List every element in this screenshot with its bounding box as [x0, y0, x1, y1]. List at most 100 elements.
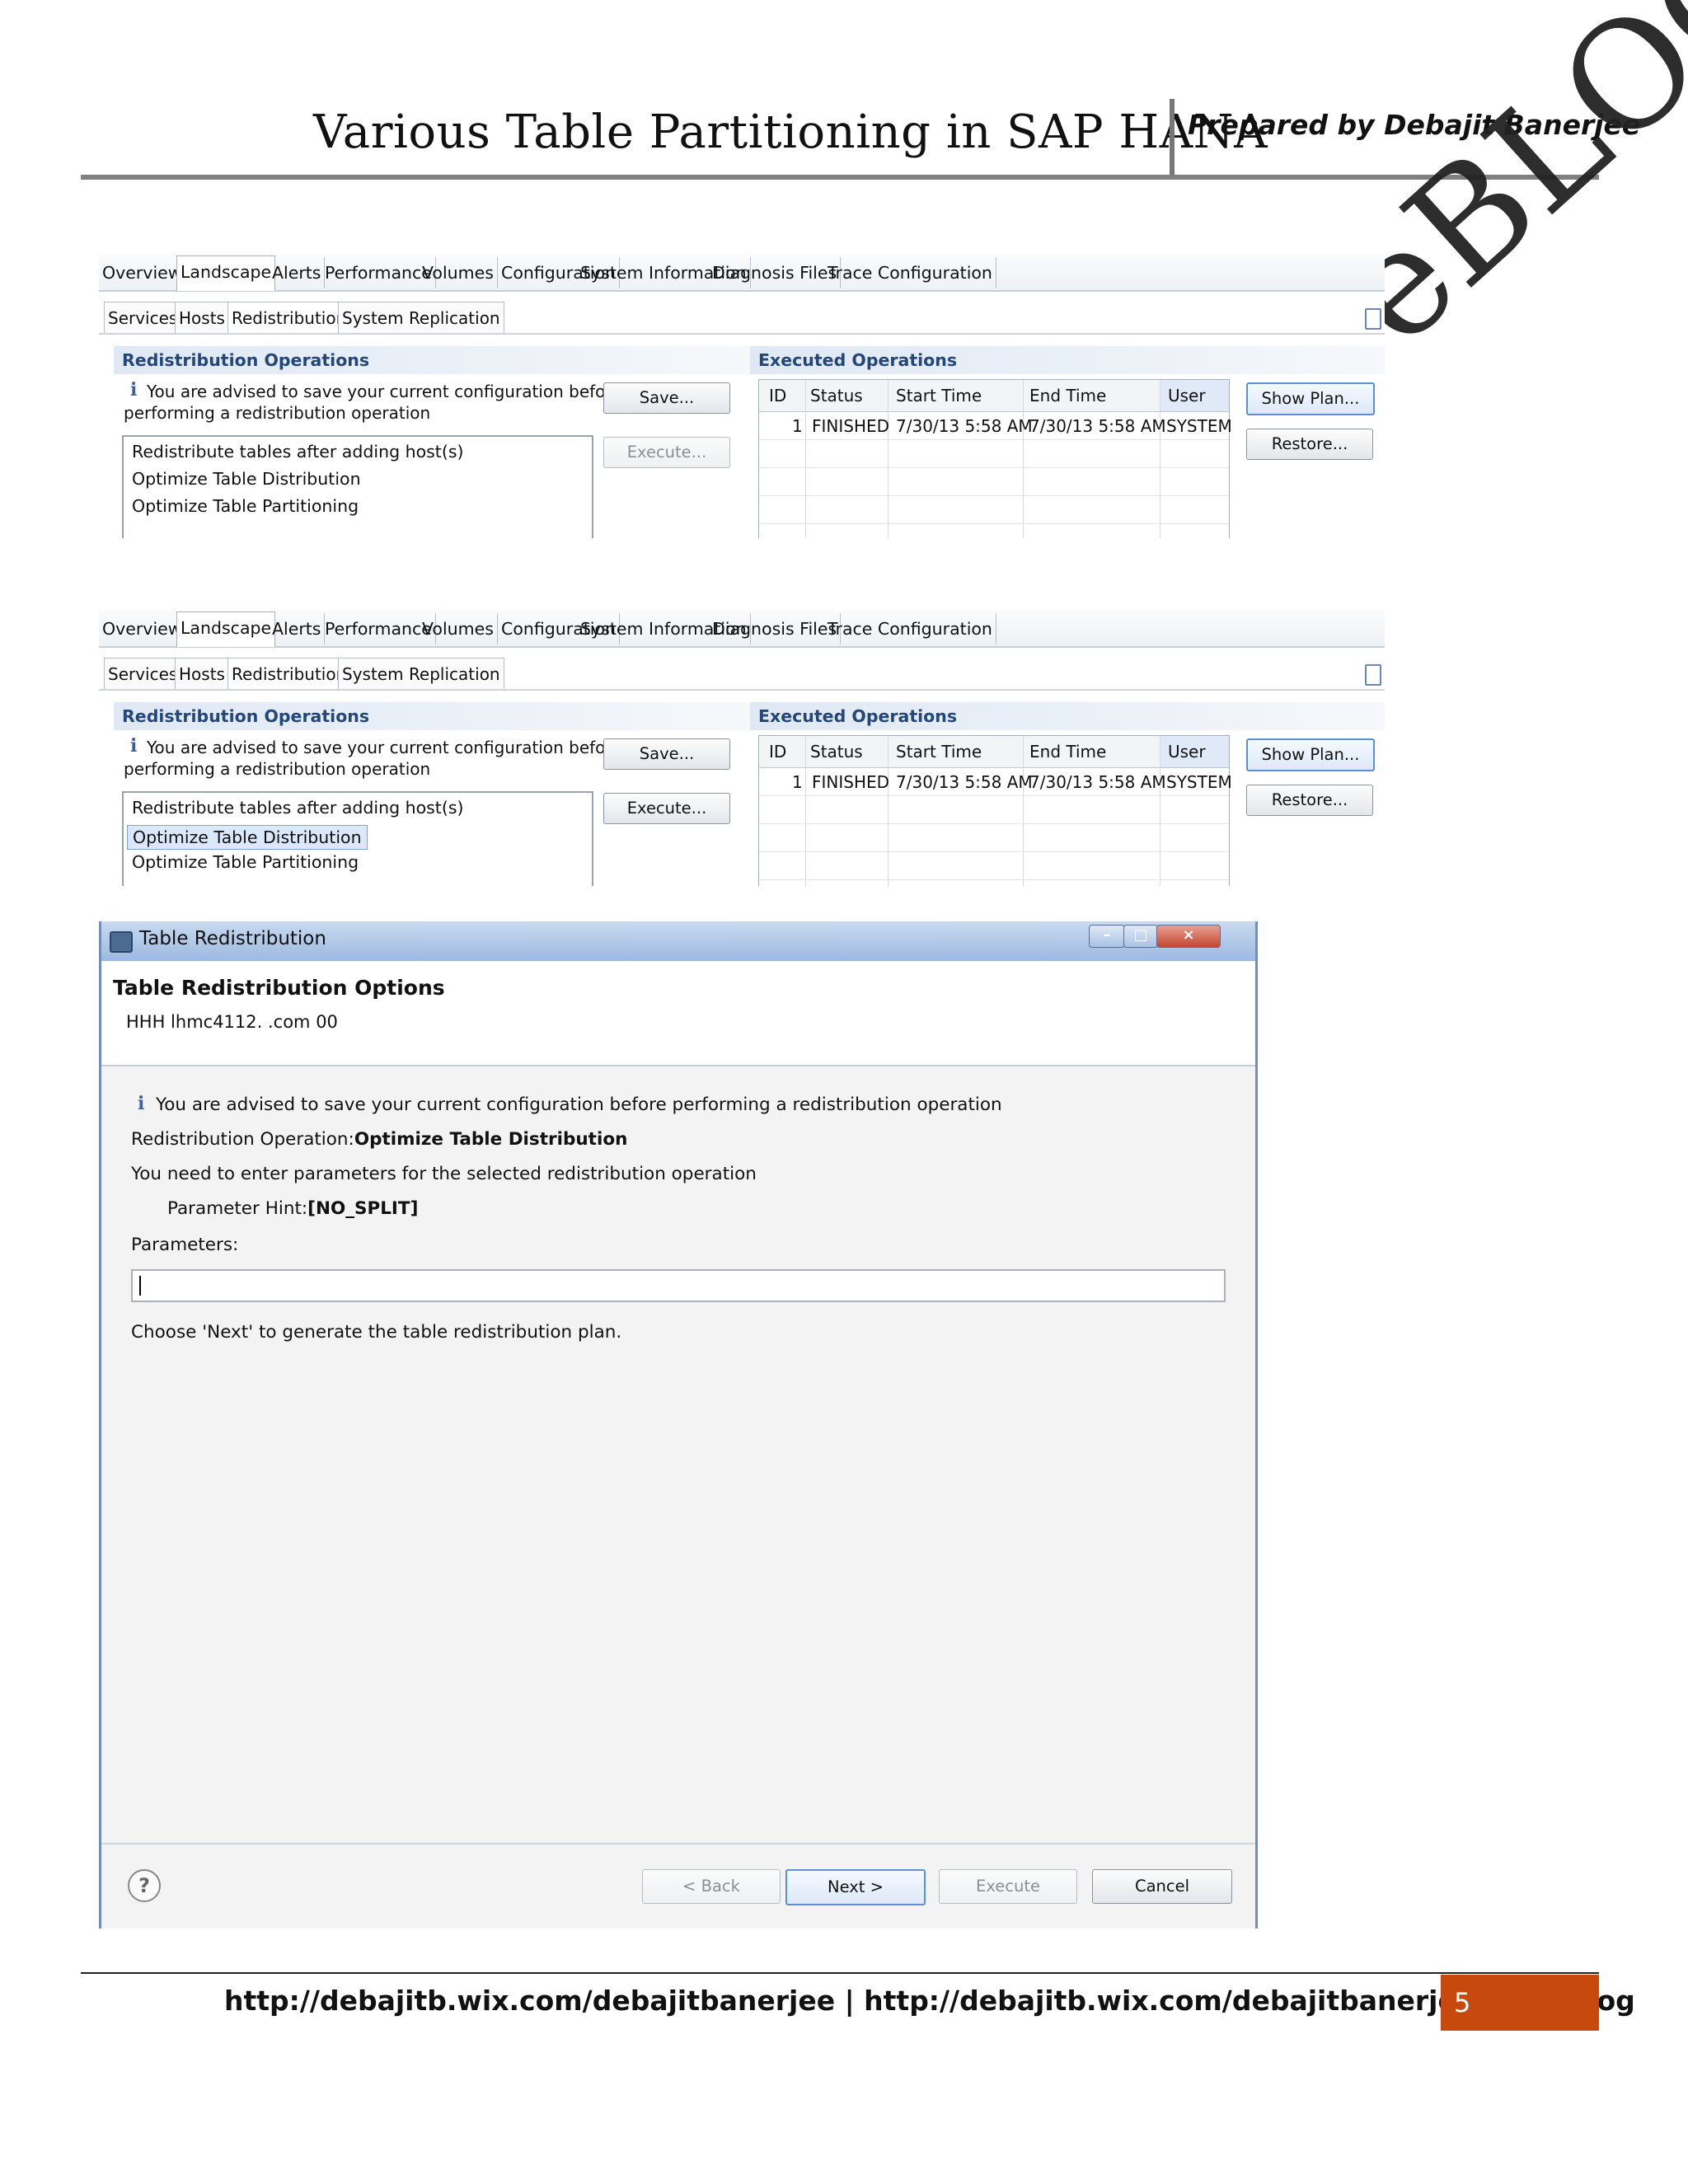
operations-list[interactable]: Redistribute tables after adding host(s)… — [122, 791, 593, 886]
hint-value: [NO_SPLIT] — [307, 1198, 419, 1219]
page-number: 5 — [1441, 1975, 1599, 2031]
document-title: Various Table Partitioning in SAP HANA — [313, 105, 1268, 159]
hint-label: Parameter Hint: — [167, 1198, 308, 1219]
subtab-system-replication[interactable]: System Replication — [338, 302, 504, 335]
tab-landscape[interactable]: Landscape — [176, 612, 276, 647]
advice-line-2: performing a redistribution operation — [124, 403, 431, 423]
subtab-hosts[interactable]: Hosts — [175, 302, 229, 335]
minimize-icon[interactable]: – — [1089, 925, 1125, 948]
dialog-banner: Table Redistribution Options HHH lhmc411… — [101, 961, 1255, 1066]
tab-landscape[interactable]: Landscape — [176, 255, 276, 291]
main-tab-bar: Overview Landscape Alerts Performance Volume… — [99, 254, 1385, 292]
subtab-services[interactable]: Services — [104, 658, 182, 691]
view-menu-icon[interactable] — [1365, 664, 1381, 686]
maximize-icon[interactable]: □ — [1123, 925, 1158, 948]
executed-operations-header: Executed Operations — [750, 702, 1385, 730]
help-icon[interactable]: ? — [128, 1869, 161, 1902]
header-rule — [81, 175, 1599, 180]
tab-trace-configuration[interactable]: Trace Configuration — [824, 257, 996, 288]
tab-overview[interactable]: Overview — [99, 257, 186, 288]
hint-row: Parameter Hint:[NO_SPLIT] — [167, 1198, 418, 1219]
operation-value: Optimize Table Distribution — [354, 1129, 628, 1150]
column-header-user[interactable]: User — [1168, 742, 1206, 762]
dialog-advice: You are advised to save your current con… — [156, 1094, 1002, 1115]
tab-overview[interactable]: Overview — [99, 613, 186, 644]
subtab-redistribution[interactable]: Redistribution — [227, 302, 351, 335]
execute-button[interactable]: Execute — [939, 1869, 1077, 1904]
next-button[interactable]: Next > — [785, 1869, 926, 1905]
tab-volumes[interactable]: Volumes — [419, 257, 498, 288]
tab-volumes[interactable]: Volumes — [419, 613, 498, 644]
column-header-status[interactable]: Status — [810, 386, 863, 405]
column-divider — [805, 380, 806, 538]
column-header-end-time[interactable]: End Time — [1029, 742, 1106, 762]
operation-label: Redistribution Operation: — [131, 1129, 354, 1150]
executed-operations-table: ID Status Start Time End Time User 1 FINISHED 7… — [758, 379, 1232, 538]
table-cell-user: SYSTEM — [1166, 772, 1232, 792]
redistribution-panel-before: Overview Landscape Alerts Performance Volume… — [99, 254, 1385, 538]
subtab-system-replication[interactable]: System Replication — [338, 658, 504, 691]
column-header-id[interactable]: ID — [769, 386, 786, 405]
operations-list[interactable]: Redistribute tables after adding host(s)… — [122, 435, 593, 538]
show-plan-button[interactable]: Show Plan... — [1246, 382, 1375, 415]
operation-item[interactable]: Redistribute tables after adding host(s) — [132, 798, 464, 818]
table-cell-id: 1 — [792, 416, 803, 436]
execute-button[interactable]: Execute... — [603, 437, 730, 468]
table-header: ID Status Start Time End Time User — [759, 736, 1229, 768]
parameters-input[interactable] — [131, 1269, 1226, 1302]
column-header-start-time[interactable]: Start Time — [896, 742, 982, 762]
column-header-status[interactable]: Status — [810, 742, 863, 762]
restore-button[interactable]: Restore... — [1246, 785, 1373, 816]
dialog-window-title: Table Redistribution — [139, 928, 326, 949]
dialog-titlebar[interactable]: Table Redistribution – □ × — [101, 921, 1255, 962]
column-header-id[interactable]: ID — [769, 742, 786, 762]
subtab-hosts[interactable]: Hosts — [175, 658, 229, 691]
tab-diagnosis-files[interactable]: Diagnosis Files — [709, 257, 842, 288]
info-icon: i — [138, 1093, 145, 1114]
column-divider — [888, 736, 889, 886]
footer-links[interactable]: http://debajitb.wix.com/debajitbanerjee … — [224, 1985, 1635, 2017]
table-cell-user: SYSTEM — [1166, 416, 1232, 436]
row-divider — [759, 879, 1229, 880]
subtab-redistribution[interactable]: Redistribution — [227, 658, 351, 691]
back-button[interactable]: < Back — [642, 1869, 781, 1904]
show-plan-button[interactable]: Show Plan... — [1246, 738, 1375, 771]
close-icon[interactable]: × — [1156, 925, 1221, 948]
subtab-services[interactable]: Services — [104, 302, 182, 335]
row-divider — [759, 851, 1229, 852]
table-cell-end: 7/30/13 5:58 AM — [1029, 416, 1166, 436]
column-header-start-time[interactable]: Start Time — [896, 386, 982, 405]
column-header-user[interactable]: User — [1168, 386, 1206, 405]
row-divider — [759, 495, 1229, 496]
header-separator — [1170, 99, 1175, 176]
row-divider — [759, 823, 1229, 824]
params-instruction: You need to enter parameters for the sel… — [131, 1164, 757, 1184]
table-header: ID Status Start Time End Time User — [759, 380, 1229, 412]
tab-alerts[interactable]: Alerts — [269, 613, 326, 644]
table-cell-start: 7/30/13 5:58 AM — [896, 416, 1033, 436]
footer-rule — [81, 1972, 1599, 1974]
tab-diagnosis-files[interactable]: Diagnosis Files — [709, 613, 842, 644]
save-button[interactable]: Save... — [603, 382, 730, 414]
restore-button[interactable]: Restore... — [1246, 429, 1373, 460]
redistribution-operations-header: Redistribution Operations — [114, 346, 763, 374]
operation-item[interactable]: Optimize Table Partitioning — [132, 852, 359, 872]
text-caret — [139, 1276, 141, 1296]
table-cell-start: 7/30/13 5:58 AM — [896, 772, 1033, 792]
operation-item[interactable]: Optimize Table Distribution — [127, 825, 368, 850]
operation-item[interactable]: Redistribute tables after adding host(s) — [132, 442, 464, 462]
cancel-button[interactable]: Cancel — [1092, 1869, 1232, 1904]
column-header-end-time[interactable]: End Time — [1029, 386, 1106, 405]
view-menu-icon[interactable] — [1365, 308, 1381, 330]
execute-button[interactable]: Execute... — [603, 793, 730, 824]
dialog-heading: Table Redistribution Options — [113, 976, 445, 1000]
row-divider — [759, 795, 1229, 796]
row-divider — [759, 523, 1229, 524]
dialog-footer-rule — [101, 1843, 1255, 1844]
save-button[interactable]: Save... — [603, 738, 730, 770]
executed-operations-table: ID Status Start Time End Time User 1 FINISHED 7… — [758, 735, 1232, 886]
tab-alerts[interactable]: Alerts — [269, 257, 326, 288]
tab-trace-configuration[interactable]: Trace Configuration — [824, 613, 996, 644]
operation-item[interactable]: Optimize Table Distribution — [132, 469, 361, 489]
operation-item[interactable]: Optimize Table Partitioning — [132, 496, 359, 516]
